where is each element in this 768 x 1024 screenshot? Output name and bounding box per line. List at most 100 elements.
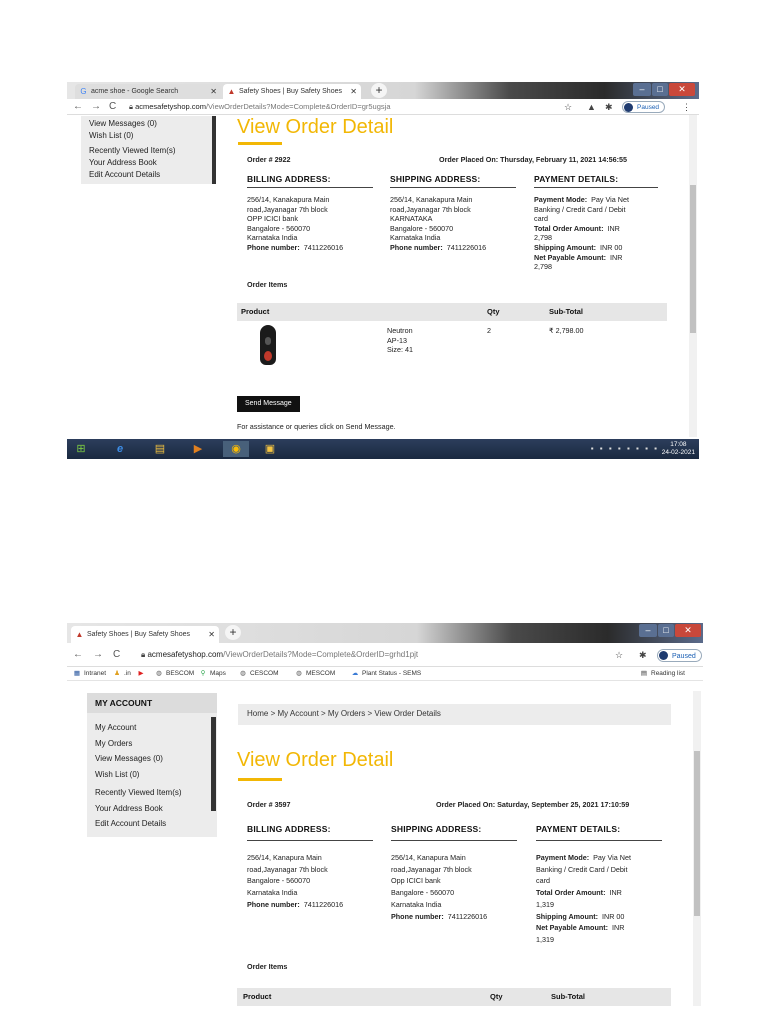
clock[interactable]: 17:08 24-02-2021 — [662, 441, 695, 457]
reading-list-label: Reading list — [651, 670, 685, 677]
shipping-amount-label: Shipping Amount: — [536, 911, 599, 921]
maximize-button[interactable]: □ — [652, 83, 668, 96]
column-product: Product — [241, 307, 270, 316]
page-scrollbar[interactable] — [693, 691, 701, 1006]
reading-list-button[interactable]: ▤ Reading list — [640, 667, 685, 681]
maximize-button[interactable]: □ — [658, 624, 674, 637]
scrollbar-thumb[interactable] — [694, 751, 700, 916]
total-label: Total Order Amount: — [536, 888, 606, 898]
send-message-button[interactable]: Send Message — [237, 396, 300, 412]
sidebar-item-view-messages[interactable]: View Messages (0) — [81, 118, 216, 130]
close-icon[interactable]: ✕ — [350, 84, 357, 99]
sidebar-item-recently-viewed[interactable]: Recently Viewed Item(s) — [81, 145, 216, 157]
bookmark-plant-status[interactable]: ☁ Plant Status - SEMS — [351, 667, 422, 681]
bookmark-mescom[interactable]: ◍ MESCOM — [295, 667, 335, 681]
close-icon[interactable]: ✕ — [210, 84, 217, 99]
new-tab-button[interactable]: + — [371, 83, 387, 98]
start-icon[interactable]: ⊞ — [71, 441, 91, 457]
order-placed-date: Saturday, September 25, 2021 17:10:59 — [497, 800, 630, 809]
scrollbar-thumb[interactable] — [690, 185, 696, 333]
avatar — [624, 103, 633, 112]
total-currency: INR — [609, 888, 622, 898]
sidebar-item-recently-viewed[interactable]: Recently Viewed Item(s) — [87, 785, 217, 801]
profile-button[interactable]: Paused — [657, 649, 702, 662]
bookmark-intranet[interactable]: ▦ Intranet — [73, 667, 106, 681]
page-scrollbar[interactable] — [689, 115, 697, 437]
puzzle-icon[interactable]: ✱ — [605, 101, 613, 113]
sidebar-item-address-book[interactable]: Your Address Book — [81, 157, 216, 169]
item-qty: 2 — [487, 326, 491, 335]
bookmark-cescom[interactable]: ◍ CESCOM — [239, 667, 278, 681]
back-icon[interactable]: ← — [73, 647, 83, 663]
url-field[interactable]: 🔒︎ acmesafetyshop.com/ViewOrderDetails?M… — [129, 101, 549, 113]
address-line: Bangalore - 560070 — [247, 223, 311, 233]
forward-icon[interactable]: → — [93, 647, 103, 663]
product-name[interactable]: Neutron — [387, 326, 413, 336]
bookmark-youtube[interactable]: ▶ — [137, 667, 148, 681]
phone-value: 7411226016 — [303, 242, 344, 252]
reload-icon[interactable]: C — [109, 99, 116, 115]
sidebar-item-my-account[interactable]: My Account — [87, 720, 217, 736]
sidebar-item-edit-account[interactable]: Edit Account Details — [81, 169, 216, 181]
bookmark-in[interactable]: ♟ .in — [113, 667, 131, 681]
system-tray[interactable]: ▪ ▪ ▪ ▪ ▪ ▪ ▪ ▪ — [591, 444, 659, 453]
sidebar-item-wish-list[interactable]: Wish List (0) — [87, 767, 217, 783]
net-payable-value: 1,319 — [536, 934, 554, 944]
divider — [247, 840, 373, 841]
profile-button[interactable]: Paused — [622, 101, 666, 113]
tab-google-search[interactable]: G acme shoe - Google Search ✕ — [75, 84, 221, 99]
close-window-button[interactable]: ✕ — [675, 624, 701, 637]
close-window-button[interactable]: ✕ — [669, 83, 695, 96]
star-icon[interactable]: ☆ — [564, 101, 572, 113]
payment-mode-value: Banking / Credit Card / Debit — [536, 864, 628, 874]
sidebar-scrollbar[interactable] — [212, 116, 216, 184]
forward-icon[interactable]: → — [91, 99, 101, 115]
chrome-icon[interactable]: ◉ — [223, 441, 249, 457]
media-player-icon[interactable]: ▶ — [187, 441, 209, 457]
reload-icon[interactable]: C — [113, 647, 120, 663]
column-subtotal: Sub-Total — [549, 307, 584, 316]
close-icon[interactable]: ✕ — [208, 626, 215, 643]
new-tab-button[interactable]: + — [225, 625, 241, 640]
minimize-button[interactable]: – — [639, 624, 657, 637]
back-icon[interactable]: ← — [73, 99, 83, 115]
sidebar-scrollbar[interactable] — [211, 717, 216, 811]
address-line: 256/14, Kanakapura Main — [247, 195, 330, 204]
sidebar-item-wish-list[interactable]: Wish List (0) — [81, 130, 216, 142]
tab-safety-shoes[interactable]: ▲ Safety Shoes | Buy Safety Shoes ✕ — [223, 84, 361, 99]
extension-icon[interactable]: ▲ — [587, 101, 596, 113]
payment-mode-value: card — [534, 214, 548, 224]
total-currency: INR — [607, 223, 620, 233]
bookmark-maps[interactable]: ⚲ Maps — [199, 667, 226, 681]
payment-mode-value: Pay Via Net — [591, 195, 629, 204]
sidebar-item-my-orders[interactable]: My Orders — [87, 736, 217, 752]
address-bar: ← → C 🔒︎ acmesafetyshop.com/ViewOrderDet… — [67, 643, 703, 667]
url-host: acmesafetyshop.com — [147, 650, 224, 659]
menu-icon[interactable]: ⋮ — [682, 101, 691, 113]
sidebar-item-edit-account[interactable]: Edit Account Details — [87, 816, 217, 832]
star-icon[interactable]: ☆ — [615, 649, 623, 661]
column-product: Product — [243, 992, 272, 1001]
product-image[interactable] — [260, 325, 276, 365]
acme-logo-icon: ▲ — [227, 87, 236, 96]
screenshot-2: ▲ Safety Shoes | Buy Safety Shoes ✕ + – … — [67, 623, 703, 1006]
internet-explorer-icon[interactable]: e — [109, 441, 131, 457]
sidebar-item-view-messages[interactable]: View Messages (0) — [87, 751, 217, 767]
bookmark-label: .in — [124, 670, 131, 677]
folder-icon[interactable]: ▤ — [149, 441, 171, 457]
minimize-button[interactable]: – — [633, 83, 651, 96]
profile-status: Paused — [672, 653, 696, 660]
order-placed: Order Placed On: Thursday, February 11, … — [439, 155, 627, 165]
shipping-amount-value: INR 00 — [600, 242, 623, 252]
tab-safety-shoes[interactable]: ▲ Safety Shoes | Buy Safety Shoes ✕ — [71, 626, 219, 643]
breadcrumb[interactable]: Home > My Account > My Orders > View Ord… — [238, 704, 671, 725]
tab-label: Safety Shoes | Buy Safety Shoes — [239, 88, 342, 95]
url-field[interactable]: 🔒︎ acmesafetyshop.com/ViewOrderDetails?M… — [141, 649, 581, 661]
payment-mode-value: Banking / Credit Card / Debit — [534, 204, 626, 214]
explorer-icon[interactable]: ▣ — [259, 441, 281, 457]
bookmark-bescom[interactable]: ◍ BESCOM — [155, 667, 194, 681]
address-line: 256/14, Kanapura Main — [391, 853, 466, 862]
puzzle-icon[interactable]: ✱ — [639, 649, 647, 661]
sidebar-item-address-book[interactable]: Your Address Book — [87, 801, 217, 817]
phone-label: Phone number: — [391, 911, 444, 921]
